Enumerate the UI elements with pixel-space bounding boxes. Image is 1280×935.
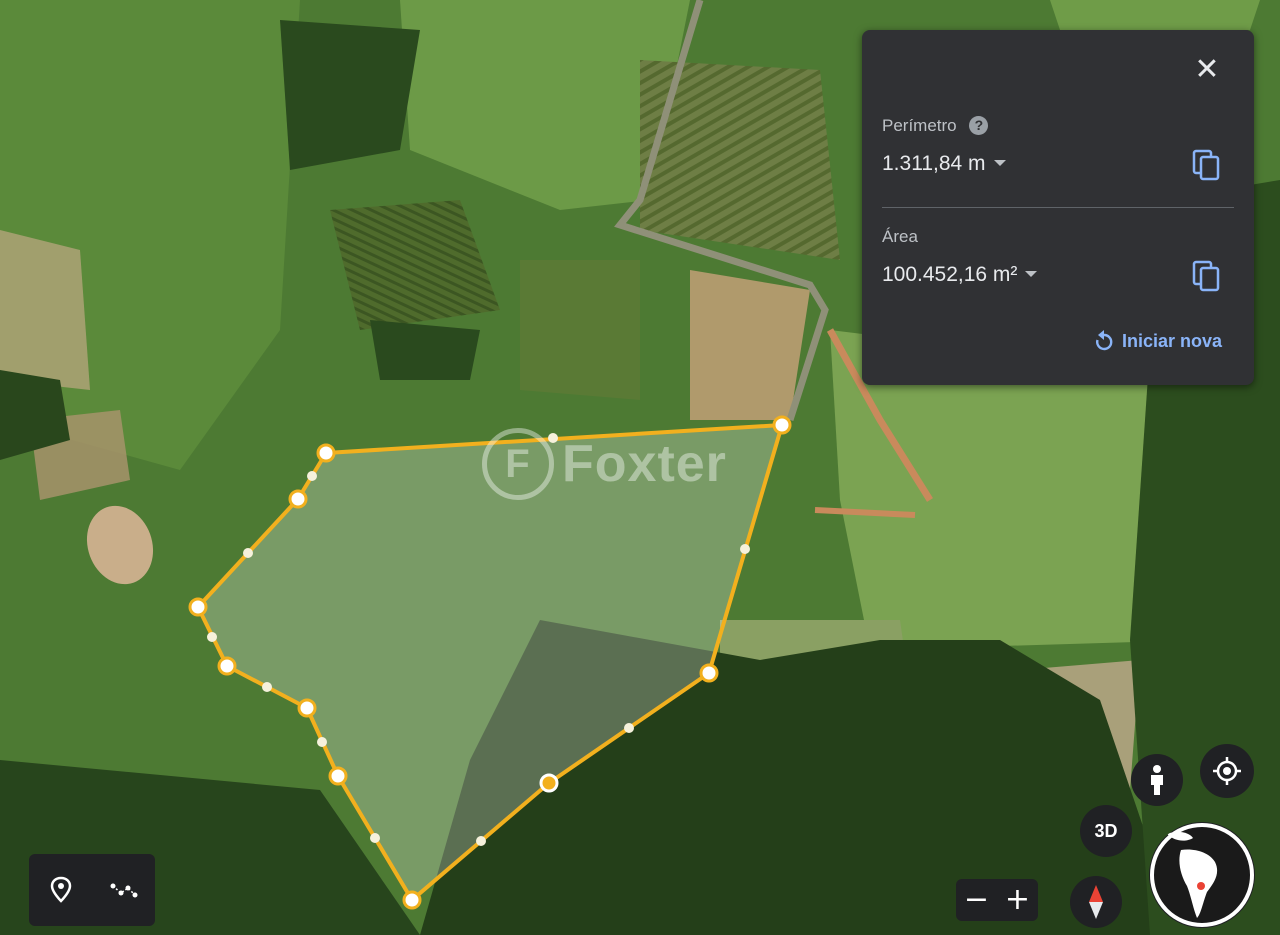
- zoom-out-button[interactable]: −: [964, 885, 989, 915]
- copy-area-icon[interactable]: [1192, 260, 1220, 292]
- restart-button[interactable]: Iniciar nova: [1094, 330, 1222, 352]
- area-value-dropdown[interactable]: 100.452,16 m²: [882, 263, 1038, 287]
- divider: [882, 207, 1234, 208]
- add-point-tool[interactable]: [41, 870, 81, 910]
- measure-panel: ✕ Perímetro ? 1.311,84 m Área 100.452,16…: [862, 30, 1254, 385]
- chevron-down-icon: [1025, 271, 1038, 277]
- crosshair-icon: [1213, 757, 1241, 785]
- measure-toolbox: [29, 854, 155, 926]
- perimeter-value: 1.311,84 m: [882, 152, 986, 175]
- perimeter-value-dropdown[interactable]: 1.311,84 m: [882, 152, 1006, 176]
- restart-label: Iniciar nova: [1121, 330, 1222, 351]
- globe-view-button[interactable]: [1149, 822, 1255, 928]
- my-location-button[interactable]: [1200, 744, 1254, 798]
- compass-icon: [1089, 885, 1103, 919]
- zoom-control: − +: [956, 879, 1038, 921]
- draw-path-tool[interactable]: [104, 870, 144, 910]
- watermark-text: Foxter: [562, 435, 727, 493]
- perimeter-row: Perímetro ?: [882, 116, 989, 136]
- help-icon[interactable]: ?: [969, 116, 989, 135]
- path-icon: [110, 883, 137, 898]
- globe-icon: [1150, 823, 1254, 927]
- watermark: F Foxter: [482, 428, 727, 500]
- area-label: Área: [882, 227, 918, 246]
- area-value: 100.452,16 m²: [882, 263, 1018, 286]
- copy-perimeter-icon[interactable]: [1192, 149, 1220, 181]
- compass-button[interactable]: [1070, 876, 1122, 928]
- zoom-in-button[interactable]: +: [1005, 885, 1030, 915]
- 3d-toggle-button[interactable]: 3D: [1080, 805, 1132, 857]
- chevron-down-icon: [993, 160, 1006, 166]
- pegman-button[interactable]: [1131, 754, 1183, 806]
- watermark-logo: F: [482, 428, 554, 500]
- perimeter-label: Perímetro: [882, 116, 957, 135]
- close-icon[interactable]: ✕: [1192, 55, 1222, 86]
- restart-icon: [1095, 330, 1113, 351]
- location-pin-icon: [50, 876, 71, 903]
- pegman-icon: [1151, 765, 1163, 795]
